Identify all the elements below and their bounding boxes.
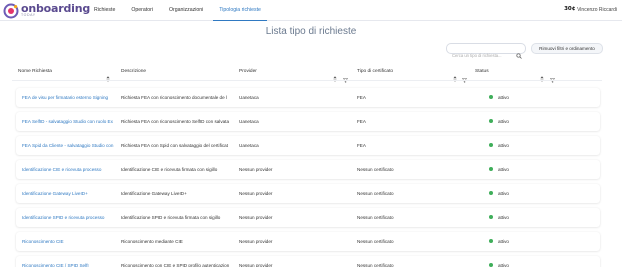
request-name-link[interactable]: Riconoscimento CIE / SPID SelfI <box>22 256 118 267</box>
status-badge: attivo <box>489 160 549 179</box>
tab-operatori[interactable]: Operatori <box>123 0 161 21</box>
status-dot-icon <box>489 215 493 220</box>
table-row[interactable]: FEA Spid da Cliente - salvataggio Studio… <box>16 136 600 155</box>
status-dot-icon <box>489 239 493 244</box>
request-description: Identificazione Gateway LiveID+ <box>121 191 187 196</box>
app-logo[interactable]: onboarding TODAY <box>3 2 90 19</box>
request-name-link[interactable]: Identificazione CIE e ricevuta processo <box>22 160 118 179</box>
request-provider: Uanetaca <box>239 143 259 148</box>
table-header: Nome Richiesta Descrizione Provider Tipo… <box>17 66 602 83</box>
filter-icon[interactable] <box>342 70 349 83</box>
request-description: Richiesta FEA con riconoscimento documen… <box>121 95 227 100</box>
user-name: Vincenzo Riccardi <box>577 6 617 13</box>
main-nav: Richieste Operatori Organizzazioni Tipol… <box>86 0 269 21</box>
status-badge: attivo <box>489 112 549 131</box>
top-navbar: onboarding TODAY Richieste Operatori Org… <box>0 0 622 21</box>
request-provider: Nessun provider <box>239 167 273 172</box>
request-description: Riconoscimento mediante CIE <box>121 239 183 244</box>
request-certificate: Nessun certificato <box>357 263 394 267</box>
tab-organizzazioni[interactable]: Organizzazioni <box>161 0 211 21</box>
tab-tipologia-richieste[interactable]: Tipologia richieste <box>211 0 269 21</box>
status-dot-icon <box>489 95 493 100</box>
request-name-link[interactable]: FEA SelfID - salvataggio Studio con ruol… <box>22 112 118 131</box>
request-certificate: FEA <box>357 119 366 124</box>
request-certificate: FEA <box>357 143 366 148</box>
request-certificate: Nessun certificato <box>357 167 394 172</box>
request-description: Identificazione SPID e ricevuta firmata … <box>121 215 221 220</box>
status-dot-icon <box>489 191 493 196</box>
search-icon[interactable] <box>516 46 522 59</box>
sort-icon[interactable] <box>540 69 544 82</box>
status-label: attivo <box>498 239 509 244</box>
request-name-link[interactable]: Identificazione SPID e ricevuta processo <box>22 208 118 227</box>
request-name-link[interactable]: Riconoscimento CIE <box>22 232 118 251</box>
column-header-descrizione: Descrizione <box>121 69 147 74</box>
status-badge: attivo <box>489 208 549 227</box>
status-badge: attivo <box>489 256 549 267</box>
status-dot-icon <box>489 143 493 148</box>
request-description: Riconoscimento con CIE e SPID profilo au… <box>121 263 230 267</box>
table-row[interactable]: Identificazione SPID e ricevuta processo… <box>16 208 600 227</box>
request-provider: Uanetaca <box>239 119 259 124</box>
sort-icon[interactable] <box>106 69 110 82</box>
search-input[interactable] <box>447 51 513 60</box>
avatar: 30¢ <box>564 4 576 15</box>
sort-icon[interactable] <box>333 69 337 82</box>
request-certificate: Nessun certificato <box>357 215 394 220</box>
status-label: attivo <box>498 191 509 196</box>
request-name-link[interactable]: Identificazione Gateway LiveID+ <box>22 184 118 203</box>
request-description: Richiesta FEA con Spid con salvataggio d… <box>121 143 228 148</box>
table-row[interactable]: FEA SelfID - salvataggio Studio con ruol… <box>16 112 600 131</box>
request-name-link[interactable]: FEA de visu per firmatario esterno Signi… <box>22 88 118 107</box>
request-provider: Nessun provider <box>239 215 273 220</box>
status-label: attivo <box>498 167 509 172</box>
request-provider: Nessun provider <box>239 191 273 196</box>
request-certificate: Nessun certificato <box>357 239 394 244</box>
filter-icon[interactable] <box>549 70 556 83</box>
table-row[interactable]: FEA de visu per firmatario esterno Signi… <box>16 88 600 107</box>
request-provider: Nessun provider <box>239 263 273 267</box>
search-box <box>446 43 526 60</box>
logo-icon <box>3 3 19 19</box>
user-menu[interactable]: 30¢ Vincenzo Riccardi <box>564 4 617 15</box>
request-certificate: FEA <box>357 95 366 100</box>
status-badge: attivo <box>489 232 549 251</box>
request-provider: Uanetaca <box>239 95 259 100</box>
sort-icon[interactable] <box>453 69 457 82</box>
status-badge: attivo <box>489 88 549 107</box>
status-badge: attivo <box>489 136 549 155</box>
column-header-provider[interactable]: Provider <box>239 66 257 78</box>
status-dot-icon <box>489 167 493 172</box>
table-row[interactable]: Identificazione CIE e ricevuta processo … <box>16 160 600 179</box>
status-label: attivo <box>498 95 509 100</box>
column-header-tipo-certificato[interactable]: Tipo di certificato <box>357 66 393 78</box>
request-description: Richiesta FEA con riconoscimento SelfID … <box>121 119 230 124</box>
page-title: Lista tipo di richieste <box>265 26 357 37</box>
column-header-nome-richiesta[interactable]: Nome Richiesta <box>18 66 52 78</box>
table-row[interactable]: Identificazione Gateway LiveID+ Identifi… <box>16 184 600 203</box>
status-dot-icon <box>489 263 493 267</box>
column-header-status[interactable]: Status <box>475 66 489 78</box>
table-row[interactable]: Riconoscimento CIE / SPID SelfI Riconosc… <box>16 256 600 267</box>
header-divider <box>12 80 602 81</box>
filter-icon[interactable] <box>461 70 468 83</box>
request-description: Identificazione CIE e ricevuta firmata c… <box>121 167 218 172</box>
status-label: attivo <box>498 143 509 148</box>
status-label: attivo <box>498 119 509 124</box>
table-row[interactable]: Riconoscimento CIE Riconoscimento median… <box>16 232 600 251</box>
status-badge: attivo <box>489 184 549 203</box>
request-provider: Nessun provider <box>239 239 273 244</box>
status-label: attivo <box>498 215 509 220</box>
tab-richieste[interactable]: Richieste <box>86 0 123 21</box>
reset-filters-button[interactable]: Rimuovi filtri e ordinamento <box>531 43 603 54</box>
request-certificate: Nessun certificato <box>357 191 394 196</box>
request-name-link[interactable]: FEA Spid da Cliente - salvataggio Studio… <box>22 136 118 155</box>
status-label: attivo <box>498 263 509 267</box>
status-dot-icon <box>489 119 493 124</box>
